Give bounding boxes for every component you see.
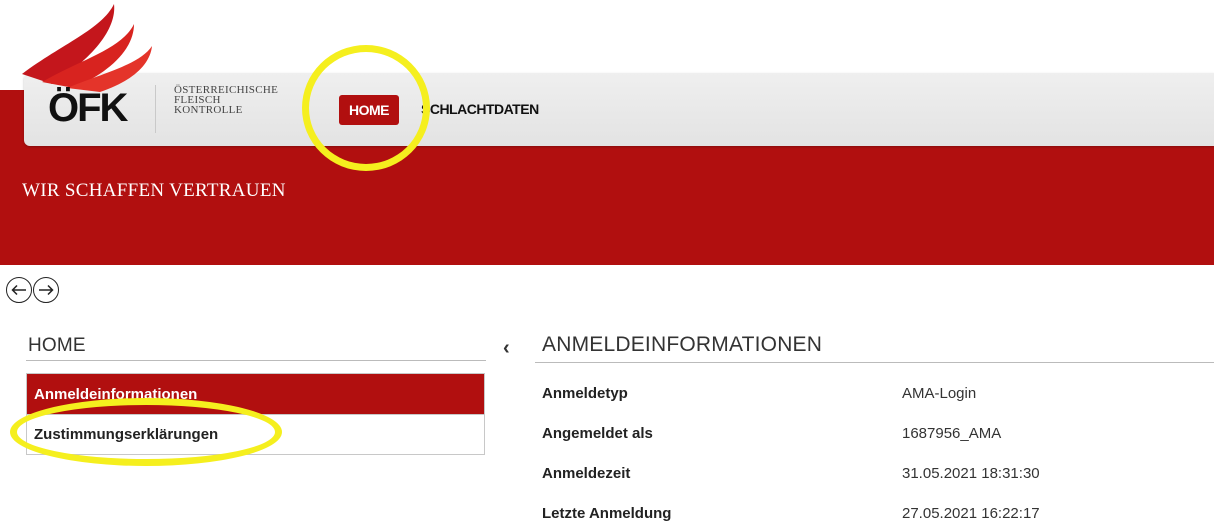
login-info-table: Anmeldetyp AMA-Login Angemeldet als 1687… [542, 373, 1214, 526]
arrow-left-circle-icon[interactable] [6, 277, 32, 303]
row-value: 31.05.2021 18:31:30 [902, 464, 1040, 482]
table-row: Angemeldet als 1687956_AMA [542, 413, 1214, 453]
row-value: 27.05.2021 16:22:17 [902, 504, 1040, 522]
logo-subtitle-line: KONTROLLE [174, 104, 243, 116]
table-row: Letzte Anmeldung 27.05.2021 16:22:17 [542, 493, 1214, 526]
logo-text[interactable]: ÖFK [48, 88, 128, 128]
highlight-oval-annotation [10, 398, 282, 466]
highlight-circle-annotation [302, 45, 430, 171]
row-label: Anmeldetyp [542, 384, 628, 402]
row-value: AMA-Login [902, 384, 977, 402]
arrow-right-circle-icon[interactable] [33, 277, 59, 303]
nav-schlachtdaten-tab[interactable]: SCHLACHTDATEN [421, 101, 539, 117]
page-title: ANMELDEINFORMATIONEN [542, 333, 823, 356]
chevron-left-icon[interactable]: ‹ [503, 337, 510, 360]
ofk-logo-mark-icon [22, 4, 152, 92]
title-divider [535, 362, 1214, 363]
sidebar-title: HOME [28, 335, 86, 356]
slogan: WIR SCHAFFEN VERTRAUEN [22, 180, 286, 201]
row-label: Anmeldezeit [542, 464, 631, 482]
table-row: Anmeldezeit 31.05.2021 18:31:30 [542, 453, 1214, 493]
table-row: Anmeldetyp AMA-Login [542, 373, 1214, 413]
row-label: Letzte Anmeldung [542, 504, 672, 522]
logo-subtitle: ÖSTERREICHISCHE FLEISCH KONTROLLE [174, 85, 278, 116]
logo-divider [155, 85, 156, 133]
sidebar-divider [26, 360, 486, 361]
row-label: Angemeldet als [542, 424, 653, 442]
row-value: 1687956_AMA [902, 424, 1002, 442]
